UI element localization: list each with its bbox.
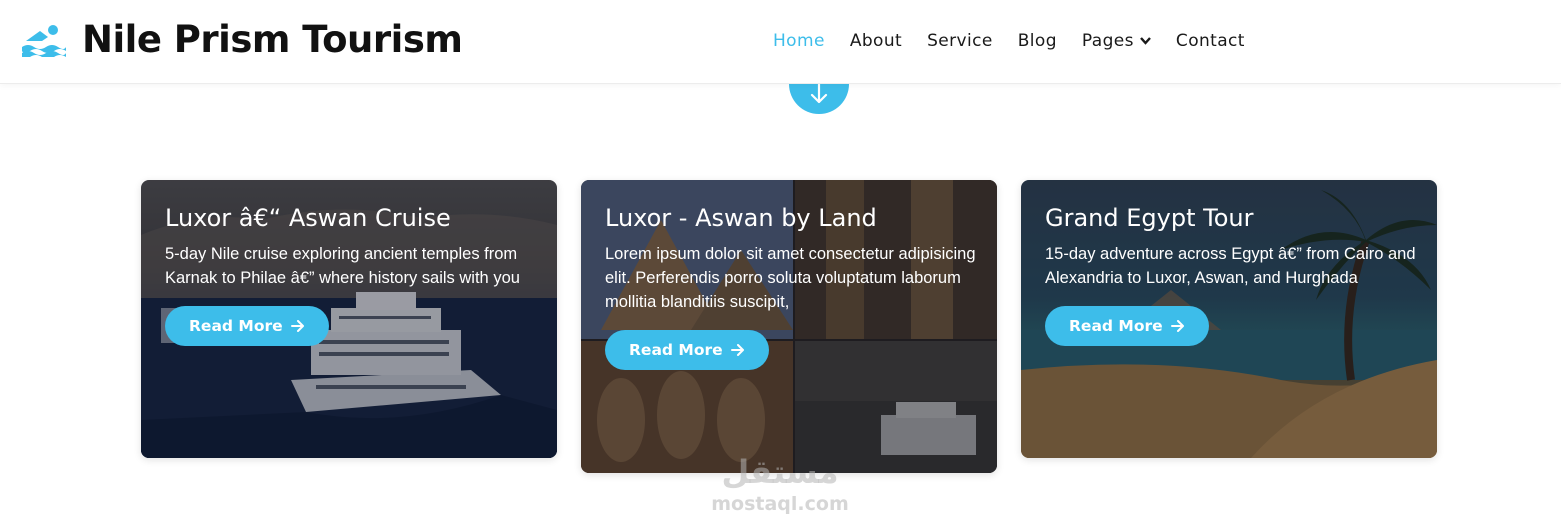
nav-home[interactable]: Home — [773, 29, 825, 53]
card-content: Grand Egypt Tour 15-day adventure across… — [1045, 202, 1419, 346]
card-title: Luxor - Aswan by Land — [605, 204, 877, 232]
brand[interactable]: Nile Prism Tourism — [20, 16, 463, 64]
read-more-button[interactable]: Read More — [605, 330, 769, 370]
card-title: Grand Egypt Tour — [1045, 204, 1254, 232]
arrow-right-icon — [1170, 320, 1184, 332]
read-more-label: Read More — [629, 341, 723, 359]
watermark: مستقل mostaql.com — [700, 452, 860, 516]
arrow-right-icon — [290, 320, 304, 332]
nav-pages-label: Pages — [1081, 31, 1134, 51]
nav-blog[interactable]: Blog — [1018, 29, 1057, 53]
top-navbar: Nile Prism Tourism Home About Service Bl… — [0, 0, 1561, 84]
chevron-down-icon — [1140, 37, 1151, 45]
read-more-button[interactable]: Read More — [1045, 306, 1209, 346]
read-more-label: Read More — [189, 317, 283, 335]
nav-service[interactable]: Service — [927, 29, 993, 53]
swimmer-icon — [22, 25, 66, 57]
nav-pages[interactable]: Pages — [1082, 29, 1151, 53]
tour-card-luxor-aswan-cruise[interactable]: Luxor â€“ Aswan Cruise 5-day Nile cruise… — [141, 180, 557, 458]
watermark-arabic: مستقل — [721, 453, 839, 491]
tour-card-luxor-aswan-land[interactable]: Luxor - Aswan by Land Lorem ipsum dolor … — [581, 180, 997, 473]
card-title: Luxor â€“ Aswan Cruise — [165, 204, 451, 232]
nav-contact[interactable]: Contact — [1176, 29, 1245, 53]
card-content: Luxor - Aswan by Land Lorem ipsum dolor … — [605, 202, 979, 370]
card-description: Lorem ipsum dolor sit amet consectetur a… — [605, 245, 976, 311]
card-description: 15-day adventure across Egypt â€” from C… — [1045, 245, 1416, 287]
tour-card-grand-egypt[interactable]: Grand Egypt Tour 15-day adventure across… — [1021, 180, 1437, 458]
read-more-button[interactable]: Read More — [165, 306, 329, 346]
card-description: 5-day Nile cruise exploring ancient temp… — [165, 245, 520, 287]
arrow-down-icon — [810, 82, 828, 104]
nav-about[interactable]: About — [850, 29, 902, 53]
main-nav: Home About Service Blog Pages Contact — [773, 29, 1270, 53]
card-content: Luxor â€“ Aswan Cruise 5-day Nile cruise… — [165, 202, 539, 346]
brand-name: Nile Prism Tourism — [82, 18, 463, 61]
read-more-label: Read More — [1069, 317, 1163, 335]
watermark-latin: mostaql.com — [711, 493, 849, 515]
arrow-right-icon — [730, 344, 744, 356]
